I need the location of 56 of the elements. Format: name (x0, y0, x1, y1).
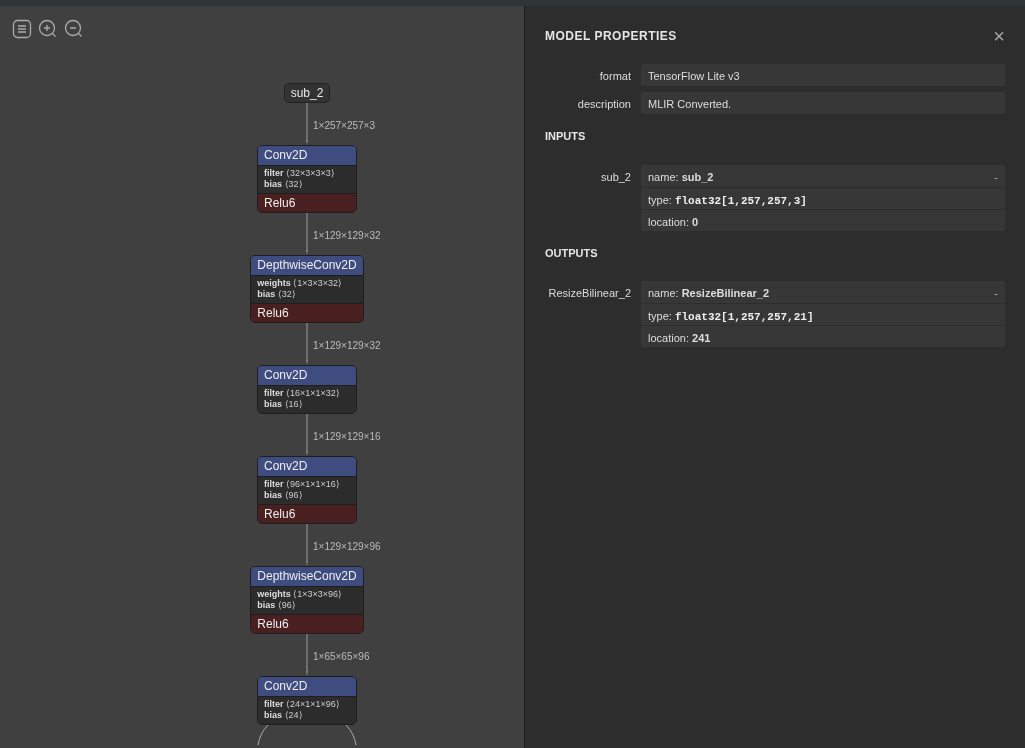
edge-shape-label: 1×129×129×32 (313, 339, 381, 353)
edge-arrow (306, 323, 308, 365)
argument-field: type: float32[1,257,257,3] (648, 191, 807, 205)
argument-label: ResizeBilinear_2 (547, 286, 632, 301)
edge-shape-label: 1×65×65×96 (313, 650, 370, 664)
node-attribute: filter ⟨96×1×1×16⟩ (264, 479, 341, 490)
node-title: Conv2D (258, 366, 356, 385)
collapse-toggle[interactable]: - (994, 168, 998, 183)
edge-shape-label: 1×129×129×32 (313, 229, 381, 243)
zoom-in-icon[interactable] (38, 19, 58, 39)
node-attribute: bias ⟨96⟩ (264, 490, 304, 501)
node-attribute: weights ⟨1×3×3×96⟩ (257, 589, 344, 600)
property-value: MLIR Converted. (641, 92, 1005, 114)
collapse-toggle[interactable]: - (994, 285, 998, 299)
node-attribute: bias ⟨24⟩ (264, 710, 304, 721)
node-attribute: bias ⟨32⟩ (264, 179, 304, 190)
activation-label: Relu6 (251, 614, 363, 633)
edge-arrow (306, 634, 308, 676)
node-attribute: bias ⟨16⟩ (264, 399, 304, 410)
edge-shape-label: 1×257×257×3 (313, 119, 375, 133)
menu-icon[interactable] (12, 19, 32, 39)
edge-arrow (306, 103, 308, 145)
property-label: description (576, 97, 632, 112)
panel-title: MODEL PROPERTIES (545, 28, 677, 45)
node-title: Conv2D (258, 457, 356, 476)
property-label: format (598, 69, 632, 84)
node-title: DepthwiseConv2D (251, 256, 363, 275)
zoom-out-icon[interactable] (64, 19, 84, 39)
argument-field: name: ResizeBilinear_2 (648, 285, 770, 299)
activation-label: Relu6 (258, 504, 356, 523)
edge-arrow (306, 213, 308, 255)
section-title: INPUTS (545, 129, 587, 144)
node-attribute: bias ⟨96⟩ (257, 600, 297, 611)
edge-shape-label: 1×129×129×96 (313, 540, 381, 554)
node-attribute: bias ⟨32⟩ (257, 289, 297, 300)
node-title: DepthwiseConv2D (251, 567, 363, 586)
edge-shape-label: 1×129×129×16 (313, 430, 381, 444)
node-attribute: weights ⟨1×3×3×32⟩ (257, 278, 344, 289)
argument-field: name: sub_2 (648, 168, 714, 183)
argument-field: type: float32[1,257,257,21] (648, 308, 814, 321)
node-attribute: filter ⟨32×3×3×3⟩ (264, 168, 336, 179)
argument-field: location: 0 (648, 213, 699, 227)
argument-field: location: 241 (648, 330, 711, 343)
activation-label: Relu6 (251, 303, 363, 322)
edge-arrow (306, 414, 308, 456)
node-title: Conv2D (258, 677, 356, 696)
node-attribute: filter ⟨24×1×1×96⟩ (264, 699, 341, 710)
node-title: Conv2D (258, 146, 356, 165)
graph-input-node: sub_2 (283, 83, 331, 103)
argument-label: sub_2 (600, 169, 632, 185)
property-value: TensorFlow Lite v3 (641, 64, 1005, 86)
activation-label: Relu6 (258, 193, 356, 212)
close-button[interactable]: × (993, 26, 1005, 46)
node-attribute: filter ⟨16×1×1×32⟩ (264, 388, 341, 399)
section-title: OUTPUTS (545, 245, 599, 261)
edge-arrow (306, 524, 308, 566)
